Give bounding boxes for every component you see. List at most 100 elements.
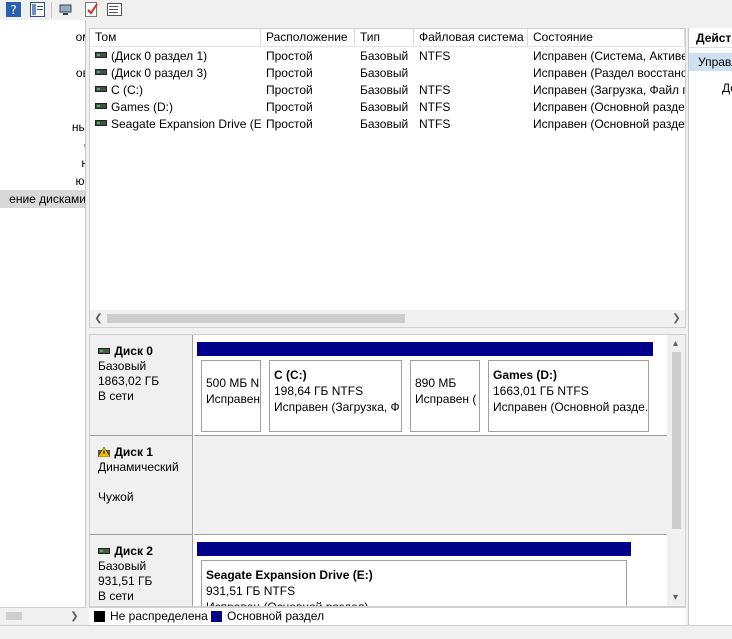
volume-row[interactable]: (Диск 0 раздел 3) Простой Базовый Исправен … [90,65,685,82]
drive-icon [95,52,107,58]
actions-pane: Дейст Управл До [688,28,732,625]
partition-size: 1663,01 ГБ NTFS [493,384,589,398]
partition-info: 500 МБ N1 Исправен [201,360,261,432]
partition-color-bar [197,542,631,556]
nav-tree-item[interactable]: ющие устройст [0,172,86,190]
scroll-left-icon[interactable]: ❮ [90,310,107,327]
partition-block[interactable]: Games (D:) 1663,01 ГБ NTFS Исправен (Основ… [484,342,653,432]
volume-cell-layout: Простой [261,48,355,65]
nav-tree-item[interactable]: ные пользовате [0,118,85,136]
disk-size: 1863,02 ГБ [98,374,160,388]
volume-cell-layout: Простой [261,99,355,116]
volume-cell-name: Seagate Expansion Drive (E:) [90,116,261,133]
partition-block[interactable]: C (C:) 198,64 ГБ NTFS Исправен (Загрузка, … [265,342,406,432]
nav-tree-item[interactable]: ение дисками [0,190,85,208]
volume-row[interactable]: Games (D:) Простой Базовый NTFS Исправен (Ос… [90,99,685,116]
volume-name-text: Games (D:) [111,100,174,114]
partition-size: 500 МБ N1 [206,376,261,390]
disk-map-scroll-thumb[interactable] [672,352,681,529]
volume-layout-text: Простой [266,49,313,63]
disk-type: Базовый [98,359,147,373]
scroll-right-icon[interactable]: ❯ [668,310,685,327]
volume-cell-layout: Простой [261,65,355,82]
disk-label[interactable]: Диск 0 Базовый 1863,02 ГБ В сети [90,335,193,436]
column-header-layout[interactable]: Расположение [261,29,355,47]
nav-scroll-thumb[interactable] [6,612,22,620]
disk-name: Диск 0 [98,344,192,359]
disk-map-vertical-scrollbar[interactable]: ▴ ▾ [667,335,685,606]
volume-row[interactable]: C (C:) Простой Базовый NTFS Исправен (Загруз… [90,82,685,99]
volume-cell-type: Базовый [355,116,414,133]
volume-row[interactable]: Seagate Expansion Drive (E:) Простой Базов… [90,116,685,133]
volume-list: Том Расположение Тип Файловая система Со… [89,28,686,328]
disk-label[interactable]: Диск 2 Базовый 931,51 ГБ В сети [90,535,193,606]
column-header-volume[interactable]: Том [90,29,261,47]
volume-cell-fs: NTFS [414,99,528,116]
actions-selected-item[interactable]: Управл [689,53,732,71]
partition-info: C (C:) 198,64 ГБ NTFS Исправен (Загрузка, … [269,360,402,432]
disk-name-text: Диск 0 [114,344,153,358]
disk-partition-area [194,436,667,535]
nav-horizontal-scrollbar[interactable]: ❯ [0,607,86,624]
disk-size: 931,51 ГБ [98,574,153,588]
column-header-status[interactable]: Состояние [528,29,685,47]
navigation-tree: омпьютером (л е программы овщик заданий отр… [0,20,86,607]
volume-type-text: Базовый [360,66,409,80]
disk-state: Чужой [98,490,134,504]
nav-tree-item[interactable]: отр событий [0,82,85,100]
legend-label: Не распределена [110,609,208,623]
disk-label[interactable]: Диск 1 Динамический Чужой [90,436,193,535]
column-header-type[interactable]: Тип [355,29,414,47]
partition-block[interactable]: 500 МБ N1 Исправен [197,342,265,432]
volume-fs-text: NTFS [419,49,451,63]
volume-type-text: Базовый [360,100,409,114]
nav-tree-item[interactable]: папки [0,100,85,118]
volume-name-text: Seagate Expansion Drive (E:) [111,117,261,131]
partition-block[interactable]: 890 МБ Исправен ( [406,342,484,432]
nav-tree-item-label: омпьютером (л [75,30,85,44]
partition-size: 931,51 ГБ NTFS [206,584,296,598]
scroll-right-icon[interactable]: ❯ [66,608,83,625]
export-list-icon[interactable] [106,1,123,18]
disk-state: В сети [98,589,134,603]
nav-tree-item-label: ющие устройст [75,174,86,188]
connect-icon[interactable] [58,1,75,18]
scroll-up-icon[interactable]: ▴ [667,335,684,352]
volume-row[interactable]: (Диск 0 раздел 1) Простой Базовый NTFS Испра… [90,48,685,65]
column-header-filesystem[interactable]: Файловая система [414,29,528,47]
disk-name: Диск 1 [97,445,192,460]
show-hide-icon[interactable] [29,1,46,18]
properties-icon[interactable] [83,1,100,18]
partition-block[interactable]: Seagate Expansion Drive (E:) 931,51 ГБ NT… [197,542,631,607]
partition-status: Исправен (Основной раздел) [206,600,369,607]
volume-cell-fs [414,65,528,82]
drive-icon [95,69,107,75]
volume-list-scroll-thumb[interactable] [107,314,405,323]
volume-cell-type: Базовый [355,65,414,82]
nav-tree-item[interactable]: нер устройств [0,154,85,172]
volume-cell-fs: NTFS [414,116,528,133]
partition-size: 890 МБ [415,376,457,390]
nav-tree-item[interactable]: одительность [0,136,85,154]
partition-info: 890 МБ Исправен ( [410,360,480,432]
nav-tree-item[interactable]: омпьютером (л [0,28,85,46]
actions-more-item[interactable]: До [722,80,732,96]
volume-fs-text: NTFS [419,100,451,114]
volume-cell-status: Исправен (Загрузка, Файл п [528,82,685,99]
volume-list-horizontal-scrollbar[interactable]: ❮ ❯ [90,310,685,327]
legend-label: Основной раздел [227,609,325,623]
warning-disk-icon [97,445,114,459]
help-icon[interactable]: ? [5,1,22,18]
volume-cell-fs: NTFS [414,82,528,99]
nav-tree-item[interactable]: е программы [0,46,85,64]
nav-tree-item[interactable]: приложения [0,208,85,226]
nav-tree-item[interactable]: овщик заданий [0,64,85,82]
partition-color-bar [484,342,653,356]
scroll-down-icon[interactable]: ▾ [667,589,684,606]
partition-title: Games (D:) [493,368,558,382]
volume-cell-type: Базовый [355,48,414,65]
partition-title: C (C:) [274,368,307,382]
svg-text:?: ? [10,3,16,17]
volume-layout-text: Простой [266,83,313,97]
disk-map: Диск 0 Базовый 1863,02 ГБ В сети 500 МБ N1 Ис… [89,334,686,607]
